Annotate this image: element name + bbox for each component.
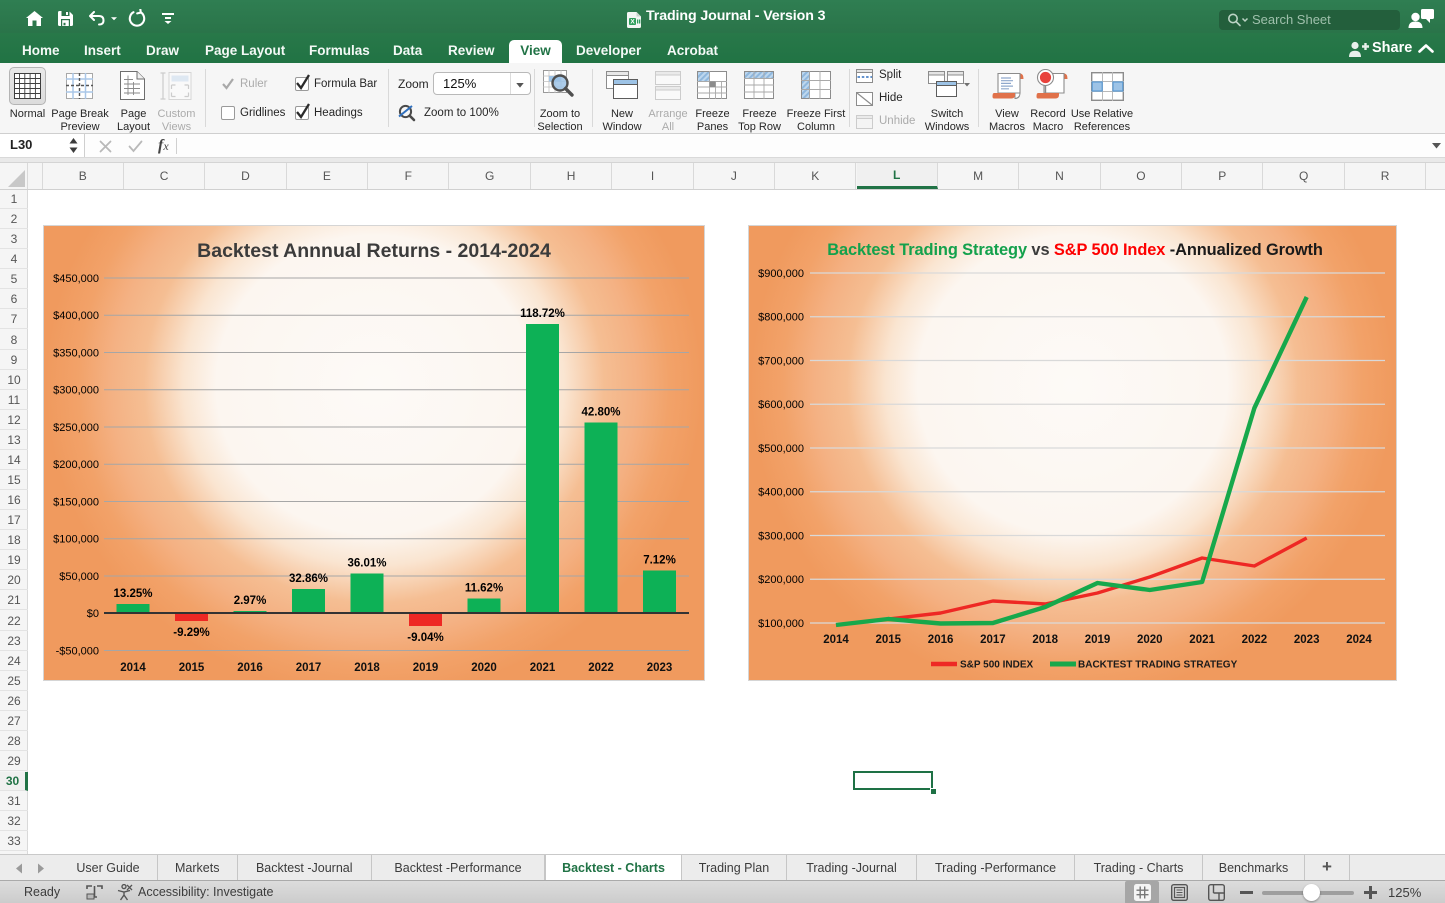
svg-text:2019: 2019 xyxy=(413,662,439,674)
svg-text:Backtest Annnual Returns - 201: Backtest Annnual Returns - 2014-2024 xyxy=(197,240,551,262)
svg-text:$250,000: $250,000 xyxy=(53,422,99,434)
svg-text:-9.29%: -9.29% xyxy=(173,627,209,639)
svg-text:2017: 2017 xyxy=(980,634,1006,646)
svg-text:118.72%: 118.72% xyxy=(520,308,565,320)
svg-text:$100,000: $100,000 xyxy=(758,618,804,630)
svg-text:2018: 2018 xyxy=(1032,634,1058,646)
svg-text:-$50,000: -$50,000 xyxy=(56,645,99,657)
svg-text:-9.04%: -9.04% xyxy=(407,632,443,644)
svg-text:2021: 2021 xyxy=(530,662,556,674)
svg-text:2019: 2019 xyxy=(1085,634,1111,646)
svg-text:2021: 2021 xyxy=(1189,634,1215,646)
svg-text:$450,000: $450,000 xyxy=(53,273,99,285)
svg-text:$200,000: $200,000 xyxy=(53,459,99,471)
svg-text:$700,000: $700,000 xyxy=(758,355,804,367)
svg-text:$400,000: $400,000 xyxy=(758,487,804,499)
svg-text:BACKTEST TRADING STRATEGY: BACKTEST TRADING STRATEGY xyxy=(1078,660,1238,671)
svg-text:$150,000: $150,000 xyxy=(53,496,99,508)
svg-text:Backtest Trading Strategy vs S: Backtest Trading Strategy vs S&P 500 Ind… xyxy=(827,241,1323,259)
svg-text:2.97%: 2.97% xyxy=(234,595,267,607)
svg-text:36.01%: 36.01% xyxy=(347,558,386,570)
svg-text:2022: 2022 xyxy=(1242,634,1268,646)
svg-text:2014: 2014 xyxy=(120,662,146,674)
svg-text:2017: 2017 xyxy=(296,662,322,674)
svg-text:2023: 2023 xyxy=(1294,634,1320,646)
svg-text:13.25%: 13.25% xyxy=(113,588,152,600)
svg-text:$500,000: $500,000 xyxy=(758,443,804,455)
svg-text:$400,000: $400,000 xyxy=(53,310,99,322)
svg-text:$200,000: $200,000 xyxy=(758,574,804,586)
svg-text:2015: 2015 xyxy=(179,662,205,674)
svg-text:7.12%: 7.12% xyxy=(643,555,676,567)
svg-text:2018: 2018 xyxy=(354,662,380,674)
svg-text:$50,000: $50,000 xyxy=(59,571,99,583)
svg-text:$100,000: $100,000 xyxy=(53,534,99,546)
svg-text:$800,000: $800,000 xyxy=(758,312,804,324)
svg-text:2015: 2015 xyxy=(876,634,902,646)
svg-text:$350,000: $350,000 xyxy=(53,347,99,359)
svg-text:2020: 2020 xyxy=(471,662,497,674)
svg-text:11.62%: 11.62% xyxy=(465,583,503,595)
svg-text:2014: 2014 xyxy=(823,634,849,646)
svg-text:42.80%: 42.80% xyxy=(581,407,620,419)
svg-text:$600,000: $600,000 xyxy=(758,399,804,411)
svg-text:$300,000: $300,000 xyxy=(53,385,99,397)
svg-text:2016: 2016 xyxy=(237,662,263,674)
svg-text:32.86%: 32.86% xyxy=(289,573,328,585)
svg-text:2023: 2023 xyxy=(647,662,673,674)
svg-text:S&P 500 INDEX: S&P 500 INDEX xyxy=(960,660,1034,671)
svg-text:2016: 2016 xyxy=(928,634,954,646)
svg-text:X: X xyxy=(630,19,635,26)
svg-text:2020: 2020 xyxy=(1137,634,1163,646)
svg-text:2022: 2022 xyxy=(588,662,614,674)
svg-text:$900,000: $900,000 xyxy=(758,268,804,280)
svg-text:$0: $0 xyxy=(87,608,99,620)
svg-text:2024: 2024 xyxy=(1346,634,1372,646)
svg-text:$300,000: $300,000 xyxy=(758,530,804,542)
